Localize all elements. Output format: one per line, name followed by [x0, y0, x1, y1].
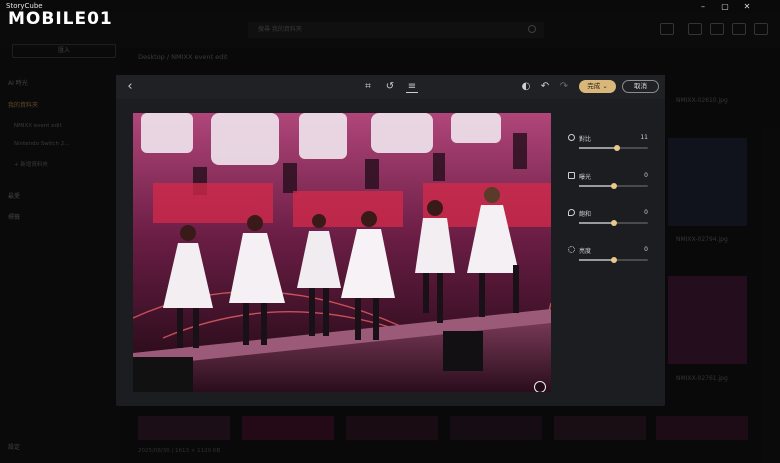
brightness-slider[interactable]	[579, 257, 648, 263]
slider-fill	[579, 185, 614, 187]
minimize-button[interactable]: –	[696, 1, 710, 13]
exposure-icon	[568, 172, 575, 179]
close-button[interactable]: ✕	[740, 1, 754, 13]
adjust-label: 亮度	[579, 248, 592, 255]
slider-fill	[579, 147, 617, 149]
saturation-slider[interactable]	[579, 220, 648, 226]
contrast-icon	[568, 134, 575, 141]
editor-toolbar: ‹ ⌗ ↺ ≡ ◐ ↶ ↷ 完成 ⌄ 取消	[116, 75, 665, 99]
info-icon[interactable]	[534, 381, 546, 392]
concert-photo	[133, 113, 551, 392]
adjust-value: 0	[644, 246, 648, 253]
adjust-value: 0	[644, 209, 648, 216]
back-icon[interactable]: ‹	[124, 80, 136, 93]
adjust-saturation: 飽和 0	[568, 208, 648, 226]
slider-knob[interactable]	[610, 257, 617, 263]
adjust-brightness: 亮度 0	[568, 245, 648, 263]
adjust-contrast: 對比 11	[568, 133, 648, 151]
rotate-icon[interactable]: ↺	[384, 81, 396, 93]
done-button[interactable]: 完成 ⌄	[579, 80, 616, 93]
exposure-slider[interactable]	[579, 183, 648, 189]
photo-editor-dialog: ‹ ⌗ ↺ ≡ ◐ ↶ ↷ 完成 ⌄ 取消 對比 11 曝光 0 飽和 0 亮度…	[116, 75, 665, 406]
done-label: 完成	[587, 82, 601, 90]
adjust-label: 對比	[579, 136, 592, 143]
slider-knob[interactable]	[610, 220, 617, 226]
brightness-icon	[568, 246, 575, 253]
adjust-label: 飽和	[579, 211, 592, 218]
photo-preview	[133, 113, 551, 392]
auto-enhance-icon[interactable]: ◐	[520, 81, 532, 93]
slider-knob[interactable]	[613, 145, 620, 151]
adjust-value: 11	[640, 134, 648, 141]
adjust-label: 曝光	[579, 174, 592, 181]
maximize-button[interactable]: ▢	[718, 1, 732, 13]
adjust-value: 0	[644, 172, 648, 179]
contrast-slider[interactable]	[579, 145, 648, 151]
crop-icon[interactable]: ⌗	[362, 81, 374, 93]
slider-knob[interactable]	[610, 183, 617, 189]
title-bar: StoryCube – ▢ ✕	[0, 0, 780, 14]
redo-icon[interactable]: ↷	[558, 81, 570, 93]
watermark-text: MOBILE01	[8, 9, 113, 29]
slider-fill	[579, 259, 614, 261]
app-window: StoryCube – ▢ ✕ 搜尋 我的資料夾 匯入 AI 時光 我的資料夾 …	[0, 0, 780, 463]
cancel-button[interactable]: 取消	[622, 80, 659, 93]
slider-fill	[579, 222, 614, 224]
chevron-down-icon: ⌄	[602, 82, 608, 90]
adjust-exposure: 曝光 0	[568, 171, 648, 189]
mobile01-watermark-logo: MOBILE01	[8, 9, 113, 29]
saturation-icon	[568, 209, 575, 216]
undo-icon[interactable]: ↶	[539, 81, 551, 93]
adjust-icon[interactable]: ≡	[406, 81, 418, 93]
